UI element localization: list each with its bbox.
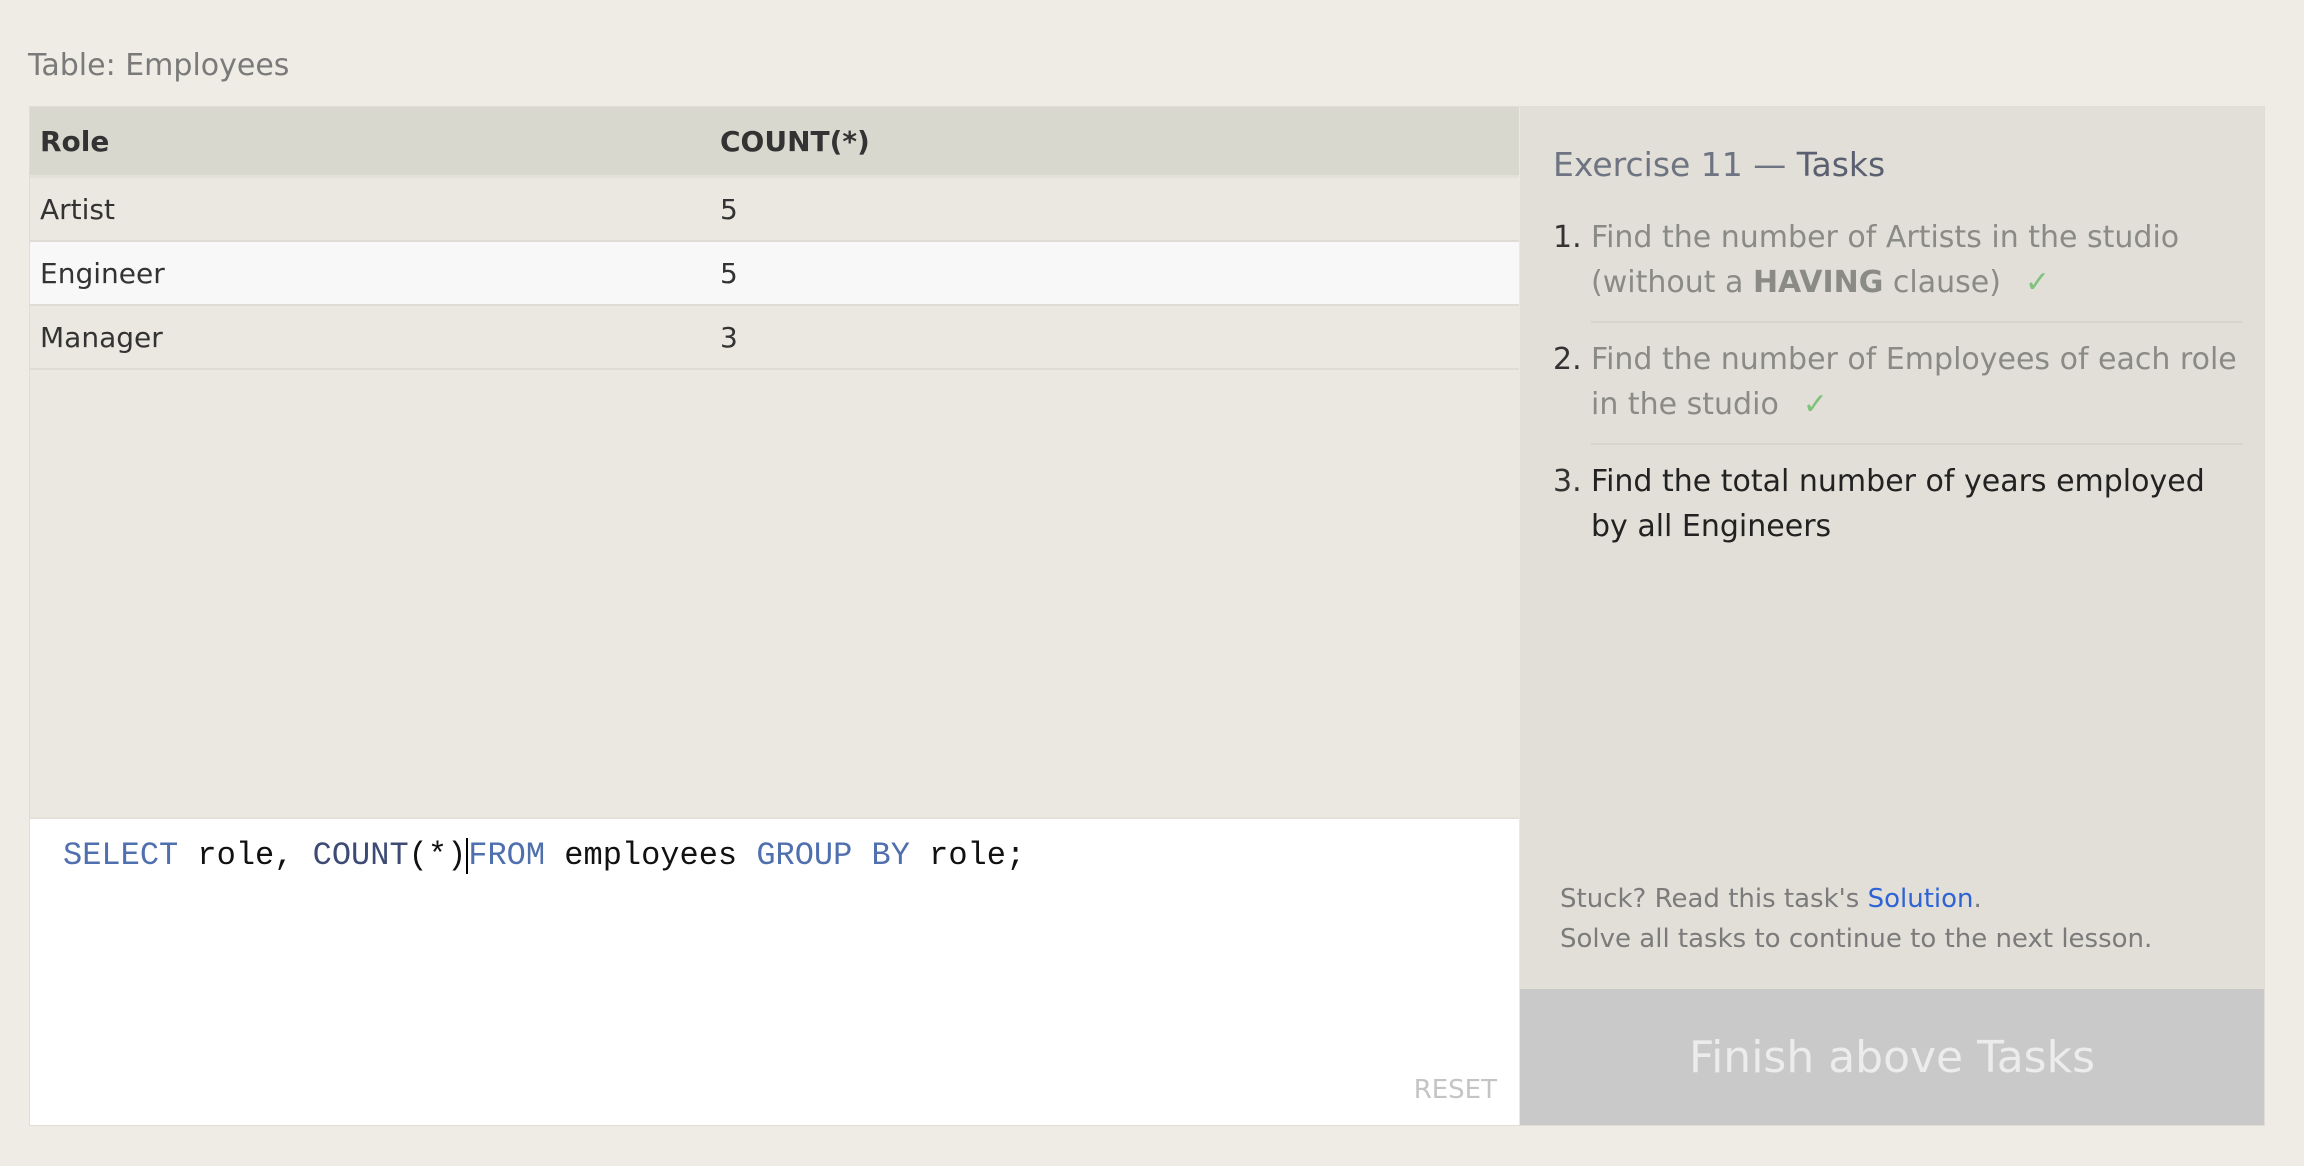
code-text: role, bbox=[178, 837, 313, 874]
table-row: Artist 5 bbox=[30, 176, 1519, 242]
cell-count: 5 bbox=[710, 241, 1519, 306]
task-number: 1. bbox=[1553, 220, 1582, 255]
table-row: Manager 3 bbox=[30, 305, 1519, 370]
task-text: Find the number of Employees of each rol… bbox=[1591, 337, 2243, 445]
task-text: Find the number of Artists in the studio… bbox=[1591, 215, 2243, 323]
function-count: COUNT bbox=[312, 837, 409, 874]
sql-code[interactable]: SELECT role, COUNT(*)FROM employees GROU… bbox=[63, 837, 1025, 874]
task-text-part: Find the number of Employees of each rol… bbox=[1591, 342, 2237, 422]
keyword-from: FROM bbox=[468, 837, 546, 874]
task-text-bold: HAVING bbox=[1752, 265, 1884, 300]
cell-role: Manager bbox=[30, 305, 710, 370]
task-number: 2. bbox=[1553, 342, 1582, 377]
table-title: Table: Employees bbox=[28, 48, 290, 83]
task-item: 3. Find the total number of years employ… bbox=[1553, 459, 2243, 579]
tasks-panel: Exercise 11 — Tasks 1. Find the number o… bbox=[1520, 107, 2264, 1125]
code-text: (*) bbox=[408, 837, 467, 874]
task-text-part: clause) bbox=[1883, 265, 2001, 300]
code-text: role; bbox=[909, 837, 1026, 874]
task-text: Find the total number of years employed … bbox=[1591, 464, 2205, 544]
exercise-number: Exercise 11 — bbox=[1553, 145, 1797, 184]
finish-tasks-button[interactable]: Finish above Tasks bbox=[1520, 989, 2264, 1125]
exercise-title: Exercise 11 — Tasks bbox=[1553, 145, 1885, 184]
check-icon: ✓ bbox=[2024, 265, 2051, 300]
keyword-group-by: GROUP BY bbox=[756, 837, 910, 874]
cell-role: Artist bbox=[30, 176, 710, 242]
table-header-row: Role COUNT(*) bbox=[30, 107, 1519, 178]
code-text: employees bbox=[545, 837, 757, 874]
table-row: Engineer 5 bbox=[30, 241, 1519, 306]
solution-link[interactable]: Solution bbox=[1868, 884, 1974, 914]
sql-editor[interactable]: SELECT role, COUNT(*)FROM employees GROU… bbox=[30, 817, 1519, 1125]
check-icon: ✓ bbox=[1802, 387, 1828, 422]
results-table: Role COUNT(*) Artist 5 Engineer 5 Manage… bbox=[30, 107, 1519, 370]
exercise-container: Role COUNT(*) Artist 5 Engineer 5 Manage… bbox=[29, 106, 2265, 1126]
cell-role: Engineer bbox=[30, 241, 710, 306]
task-item: 2. Find the number of Employees of each … bbox=[1553, 337, 2243, 459]
reset-button[interactable]: RESET bbox=[1414, 1075, 1497, 1105]
results-panel: Role COUNT(*) Artist 5 Engineer 5 Manage… bbox=[30, 107, 1519, 1125]
keyword-select: SELECT bbox=[63, 837, 179, 874]
task-item: 1. Find the number of Artists in the stu… bbox=[1553, 215, 2243, 337]
help-text: Stuck? Read this task's Solution. Solve … bbox=[1560, 879, 2152, 959]
stuck-text: Stuck? Read this task's bbox=[1560, 884, 1868, 914]
cell-count: 3 bbox=[710, 305, 1519, 370]
cell-count: 5 bbox=[710, 176, 1519, 242]
column-header-role: Role bbox=[30, 107, 710, 178]
solve-all-text: Solve all tasks to continue to the next … bbox=[1560, 924, 2153, 954]
tasks-label: Tasks bbox=[1796, 145, 1886, 184]
task-list: 1. Find the number of Artists in the stu… bbox=[1553, 215, 2243, 579]
stuck-suffix: . bbox=[1973, 884, 1982, 914]
task-number: 3. bbox=[1553, 464, 1582, 499]
column-header-count: COUNT(*) bbox=[710, 107, 1519, 178]
